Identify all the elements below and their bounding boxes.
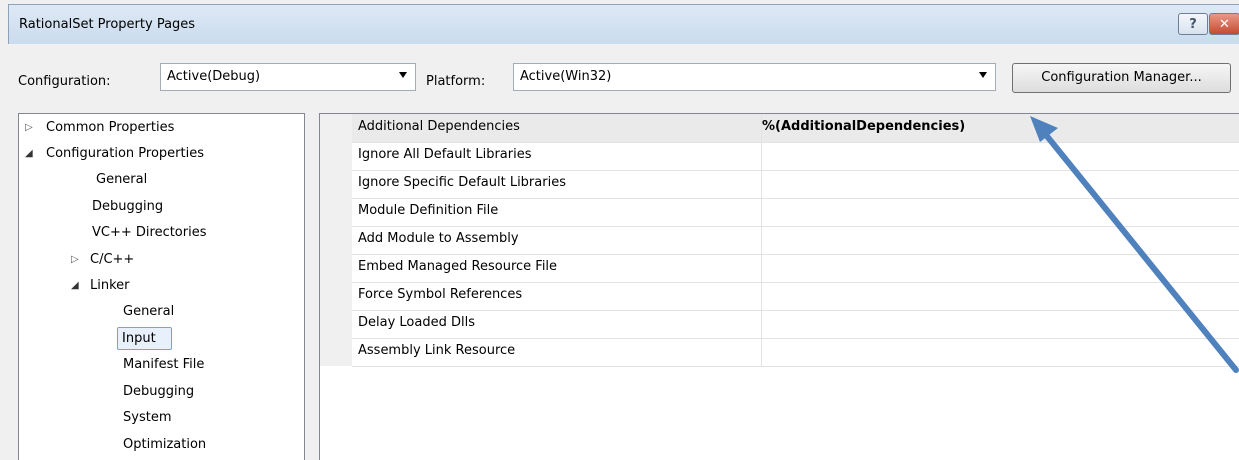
annotation-arrow-shaft <box>1039 127 1239 373</box>
annotation-arrow-head <box>1030 116 1058 142</box>
property-pages-window: RationalSet Property Pages ? ✕ Configura… <box>0 0 1239 460</box>
annotation-arrow <box>1030 116 1239 373</box>
